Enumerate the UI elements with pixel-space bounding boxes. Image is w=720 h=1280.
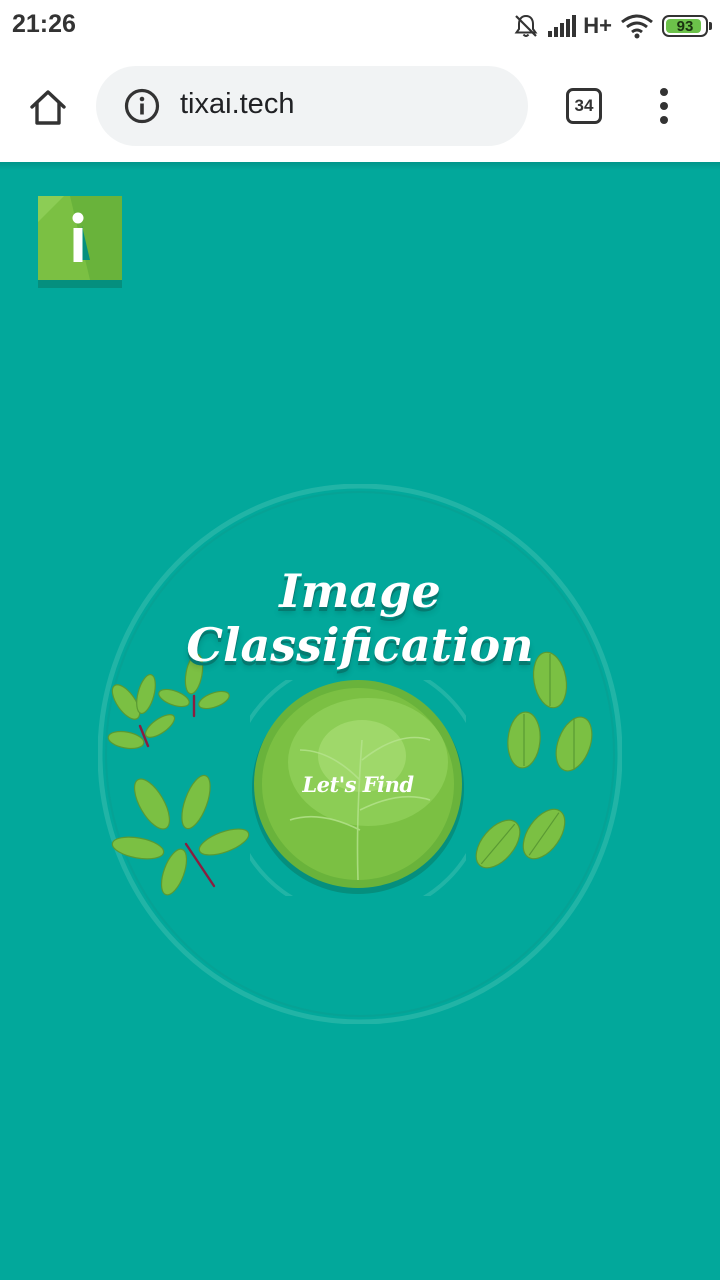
- left-leaves-icon: [107, 654, 250, 896]
- menu-dot: [660, 116, 668, 124]
- tabs-button[interactable]: 34: [566, 88, 602, 124]
- wifi-icon: [621, 14, 653, 39]
- browser-toolbar: tixai.tech 34: [0, 52, 720, 162]
- status-icons: H+ 93: [513, 10, 712, 42]
- status-time: 21:26: [12, 10, 76, 38]
- lets-find-button[interactable]: Let's Find: [250, 680, 466, 896]
- address-bar[interactable]: tixai.tech: [96, 66, 528, 146]
- signal-icon: [548, 15, 577, 37]
- hero-section: Image Classification Let's Find: [98, 484, 622, 1024]
- toolbar-shadow: [0, 162, 720, 170]
- web-page: Image Classification Let's Find: [0, 162, 720, 1280]
- tab-count: 34: [574, 96, 594, 115]
- network-type-label: H+: [583, 13, 612, 38]
- right-leaves-icon: [475, 651, 593, 869]
- menu-dot: [660, 102, 668, 110]
- tixai-logo-icon[interactable]: [38, 196, 122, 288]
- battery-icon: 93: [662, 15, 712, 37]
- bell-muted-icon: [514, 14, 538, 37]
- url-text[interactable]: tixai.tech: [180, 88, 294, 121]
- more-vert-icon[interactable]: [648, 82, 680, 130]
- info-icon[interactable]: [124, 88, 160, 124]
- home-icon: [30, 90, 66, 125]
- lets-find-label[interactable]: Let's Find: [250, 772, 466, 797]
- hero-title: Image Classification: [186, 564, 534, 672]
- home-button[interactable]: [22, 82, 74, 134]
- menu-dot: [660, 88, 668, 96]
- battery-level: 93: [676, 17, 694, 35]
- status-bar: 21:26 H+ 93: [0, 0, 720, 52]
